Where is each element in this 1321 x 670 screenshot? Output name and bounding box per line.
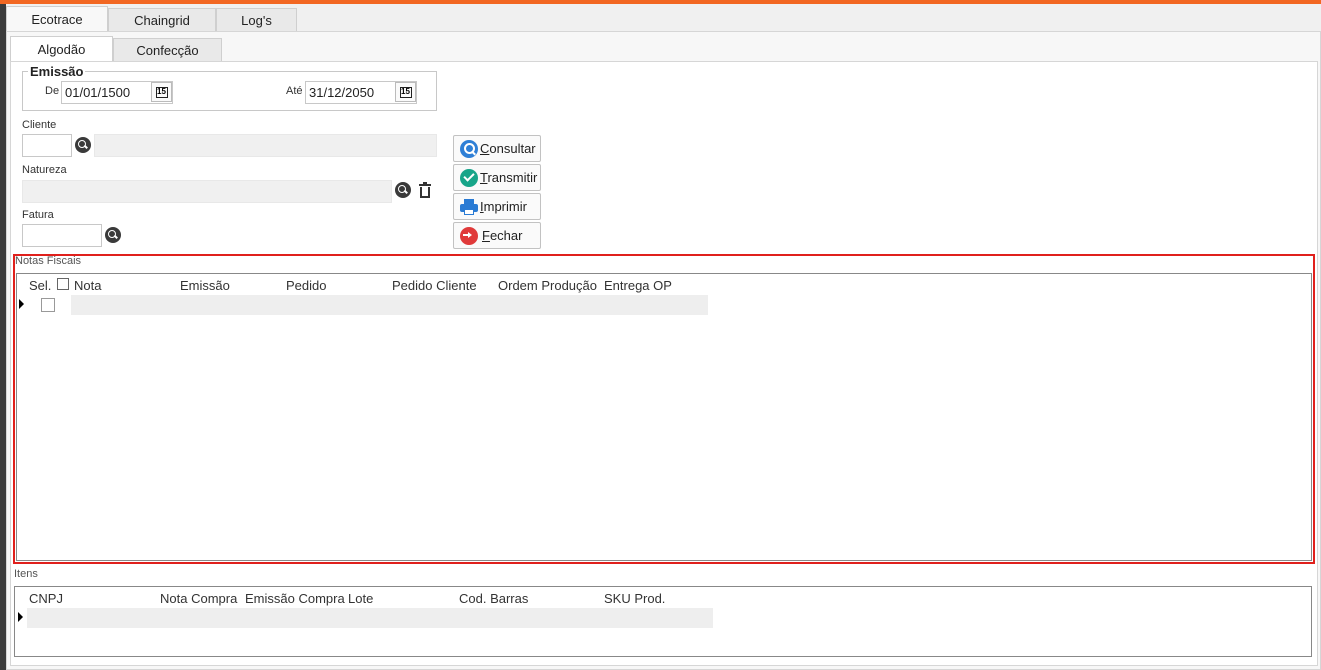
col-sel: Sel. <box>29 278 52 293</box>
row-select-checkbox[interactable] <box>41 298 55 312</box>
col-emissao-compra[interactable]: Emissão Compra <box>245 591 345 606</box>
imprimir-button[interactable]: Imprimir <box>453 193 541 220</box>
col-pedido-cliente[interactable]: Pedido Cliente <box>392 278 477 293</box>
tab-label: Ecotrace <box>31 12 83 27</box>
cliente-code-input[interactable] <box>22 134 72 157</box>
from-label: De <box>45 85 60 97</box>
col-emissao[interactable]: Emissão <box>180 278 230 293</box>
tab-logs[interactable]: Log's <box>216 8 297 32</box>
to-label: Até <box>286 85 303 97</box>
col-pedido[interactable]: Pedido <box>286 278 326 293</box>
col-ordem-producao[interactable]: Ordem Produção <box>498 278 597 293</box>
natureza-search-icon[interactable] <box>395 182 411 198</box>
natureza-field <box>22 180 392 203</box>
row-pointer-icon <box>18 612 23 622</box>
fatura-input[interactable] <box>22 224 102 247</box>
notas-fiscais-grid[interactable] <box>16 273 1312 561</box>
col-sku-prod[interactable]: SKU Prod. <box>604 591 665 606</box>
col-lote[interactable]: Lote <box>348 591 373 606</box>
itens-title: Itens <box>14 568 38 580</box>
tab-algodao[interactable]: Algodão <box>10 36 113 62</box>
imprimir-label: Imprimir <box>480 199 527 214</box>
consultar-button[interactable]: Consultar <box>453 135 541 162</box>
natureza-clear-trash-icon[interactable] <box>418 182 432 199</box>
tab-label: Log's <box>241 13 272 28</box>
table-row[interactable] <box>27 608 713 628</box>
tab-label: Algodão <box>37 42 86 57</box>
tab-label: Chaingrid <box>134 13 190 28</box>
tab-confeccao[interactable]: Confecção <box>113 38 222 62</box>
col-nota-compra[interactable]: Nota Compra <box>160 591 237 606</box>
col-cnpj[interactable]: CNPJ <box>29 591 63 606</box>
tab-ecotrace[interactable]: Ecotrace <box>6 6 108 32</box>
accent-bar <box>0 0 1321 4</box>
transmitir-button[interactable]: Transmitir <box>453 164 541 191</box>
tab-label: Confecção <box>136 43 199 58</box>
fechar-button[interactable]: Fechar <box>453 222 541 249</box>
fechar-label: Fechar <box>482 228 523 243</box>
date-to-value: 31/12/2050 <box>309 85 375 100</box>
check-icon <box>460 168 478 187</box>
printer-icon <box>460 198 478 216</box>
row-pointer-icon <box>19 299 24 309</box>
select-all-checkbox[interactable] <box>57 278 69 290</box>
natureza-label: Natureza <box>22 164 67 176</box>
calendar-glyph: 15 <box>399 86 412 98</box>
search-icon <box>460 139 478 158</box>
tab-chaingrid[interactable]: Chaingrid <box>108 8 216 32</box>
emissao-legend: Emissão <box>28 64 86 79</box>
table-row[interactable] <box>71 295 708 315</box>
calendar-from-icon[interactable]: 15 <box>151 82 172 102</box>
cliente-label: Cliente <box>22 119 57 131</box>
calendar-glyph: 15 <box>155 86 168 98</box>
transmitir-label: Transmitir <box>480 170 538 185</box>
exit-icon <box>460 226 478 245</box>
calendar-to-icon[interactable]: 15 <box>395 82 416 102</box>
date-from-value: 01/01/1500 <box>65 85 131 100</box>
notas-fiscais-title: Notas Fiscais <box>15 255 82 267</box>
fatura-label: Fatura <box>22 209 54 221</box>
col-cod-barras[interactable]: Cod. Barras <box>459 591 528 606</box>
cliente-name-field <box>94 134 437 157</box>
fatura-search-icon[interactable] <box>105 227 121 243</box>
col-nota[interactable]: Nota <box>74 278 101 293</box>
col-entrega-op[interactable]: Entrega OP <box>604 278 672 293</box>
cliente-search-icon[interactable] <box>75 137 91 153</box>
consultar-label: Consultar <box>480 141 536 156</box>
